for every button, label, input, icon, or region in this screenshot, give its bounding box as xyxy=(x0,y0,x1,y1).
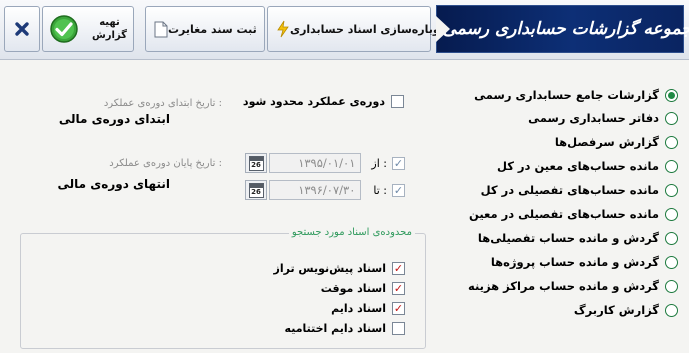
limit-period-option[interactable]: دوره‌ی عملکرد محدود شود xyxy=(243,93,404,109)
report-option-project-turnover[interactable]: گردش و مانده حساب پروژه‌ها xyxy=(491,253,678,271)
radio-button[interactable] xyxy=(665,231,678,245)
toolbar: تهیه گزارش ثبت سند مغایرت دوباره‌سازی اس… xyxy=(0,0,689,60)
document-range-title: محدوده‌ی اسناد مورد جستجو xyxy=(288,227,415,238)
rebuild-documents-label: دوباره‌سازی اسناد حسابداری xyxy=(290,22,446,36)
period-start-value: ابتدای دوره‌ی مالی xyxy=(58,112,170,126)
calendar-icon[interactable]: 26 xyxy=(245,153,267,173)
calendar-day-number: 26 xyxy=(251,187,261,196)
banner-title: مجموعه گزارشات حسابداری رسمی xyxy=(442,19,689,39)
report-option-label: گزارشات جامع حسابداری رسمی xyxy=(474,88,659,102)
doc-option-checkbox[interactable]: ✓ xyxy=(392,261,405,275)
radio-button[interactable] xyxy=(665,279,678,293)
limit-period-label: دوره‌ی عملکرد محدود شود xyxy=(242,94,385,108)
prepare-label-line2: گزارش xyxy=(91,30,127,41)
prepare-report-button[interactable]: تهیه گزارش xyxy=(42,6,134,52)
report-option-cost-center-turnover[interactable]: گردش و مانده حساب مراکز هزینه xyxy=(468,277,678,295)
doc-option-label: اسناد پیش‌نویس تراز xyxy=(273,261,386,275)
doc-option-checkbox[interactable] xyxy=(392,321,405,335)
doc-option-permanent-closing[interactable]: اسناد دایم اختتامیه xyxy=(285,320,405,336)
report-option-label: مانده حساب‌های تفصیلی در معین xyxy=(468,207,659,221)
radio-button[interactable] xyxy=(665,111,678,125)
doc-option-checkbox[interactable]: ✓ xyxy=(392,281,405,295)
to-date-label: تا : xyxy=(373,183,387,197)
title-banner: مجموعه گزارشات حسابداری رسمی xyxy=(436,5,689,53)
doc-option-draft-balance[interactable]: اسناد پیش‌نویس تراز ✓ xyxy=(274,260,405,276)
doc-option-temporary[interactable]: اسناد موقت ✓ xyxy=(321,280,405,296)
radio-button[interactable] xyxy=(665,207,678,221)
report-option-tafsili-in-moein[interactable]: مانده حساب‌های تفصیلی در معین xyxy=(469,205,678,223)
prepare-label-line1: تهیه xyxy=(99,17,120,28)
rebuild-documents-button[interactable]: دوباره‌سازی اسناد حسابداری xyxy=(267,6,445,52)
report-option-tafsili-turnover[interactable]: گردش و مانده حساب تفصیلی‌ها xyxy=(478,229,678,247)
prepare-report-label: تهیه گزارش xyxy=(92,16,127,42)
radio-button[interactable] xyxy=(665,159,678,173)
period-start-hint: تاریخ ابتدای دوره‌ی عملکرد : xyxy=(103,98,222,109)
report-option-label: مانده حساب‌های تفصیلی در کل xyxy=(480,183,659,197)
period-end-value: انتهای دوره‌ی مالی xyxy=(57,177,171,191)
report-option-tafsili-in-kol[interactable]: مانده حساب‌های تفصیلی در کل xyxy=(481,181,678,199)
report-option-label: گردش و مانده حساب پروژه‌ها xyxy=(490,255,659,269)
report-option-official-books[interactable]: دفاتر حسابداری رسمی xyxy=(528,109,678,127)
to-date-row: 26 ۱۳۹۶/۰۷/۳۰ تا : ✓ xyxy=(245,179,405,201)
radio-button[interactable] xyxy=(665,183,678,197)
close-button[interactable] xyxy=(4,6,40,52)
doc-option-permanent[interactable]: اسناد دایم ✓ xyxy=(331,300,405,316)
to-date-input[interactable]: ۱۳۹۶/۰۷/۳۰ xyxy=(269,180,362,200)
report-option-headings[interactable]: گزارش سرفصل‌ها xyxy=(555,133,678,151)
doc-option-label: اسناد موقت xyxy=(320,281,386,295)
report-option-label: گردش و مانده حساب تفصیلی‌ها xyxy=(477,231,659,245)
from-date-input[interactable]: ۱۳۹۵/۰۱/۰۱ xyxy=(269,153,362,173)
report-option-label: گزارش سرفصل‌ها xyxy=(554,135,659,149)
report-option-label: گزارش کاربرگ xyxy=(573,303,659,317)
from-date-checkbox[interactable]: ✓ xyxy=(392,156,405,170)
report-option-worksheet[interactable]: گزارش کاربرگ xyxy=(574,301,678,319)
doc-option-label: اسناد دایم اختتامیه xyxy=(284,321,386,335)
close-icon xyxy=(13,20,31,38)
radio-button[interactable] xyxy=(665,303,678,317)
to-date-checkbox[interactable]: ✓ xyxy=(392,183,405,197)
from-date-label: از : xyxy=(371,156,387,170)
report-option-moein-in-kol[interactable]: مانده حساب‌های معین در کل xyxy=(497,157,678,175)
calendar-day-number: 26 xyxy=(251,160,261,169)
doc-option-checkbox[interactable]: ✓ xyxy=(392,301,405,315)
radio-button[interactable] xyxy=(665,255,678,269)
doc-option-label: اسناد دایم xyxy=(331,301,386,315)
from-date-row: 26 ۱۳۹۵/۰۱/۰۱ از : ✓ xyxy=(245,152,405,174)
report-option-label: گردش و مانده حساب مراکز هزینه xyxy=(467,279,659,293)
checkmark-icon xyxy=(49,14,79,44)
banner-arrow-decoration xyxy=(436,16,450,42)
period-end-hint: تاریخ پایان دوره‌ی عملکرد : xyxy=(109,158,222,169)
report-option-label: دفاتر حسابداری رسمی xyxy=(528,111,659,125)
document-range-group: محدوده‌ی اسناد مورد جستجو اسناد پیش‌نویس… xyxy=(20,227,426,349)
report-option-comprehensive[interactable]: گزارشات جامع حسابداری رسمی xyxy=(474,86,678,104)
register-discrepancy-button[interactable]: ثبت سند مغایرت xyxy=(145,6,265,52)
limit-period-checkbox[interactable] xyxy=(391,94,404,108)
calendar-icon[interactable]: 26 xyxy=(245,180,267,200)
radio-button-selected[interactable] xyxy=(665,88,678,102)
radio-button[interactable] xyxy=(665,135,678,149)
register-discrepancy-label: ثبت سند مغایرت xyxy=(168,22,257,36)
document-icon xyxy=(154,21,168,38)
lightning-icon xyxy=(276,20,290,38)
report-option-label: مانده حساب‌های معین در کل xyxy=(496,159,659,173)
